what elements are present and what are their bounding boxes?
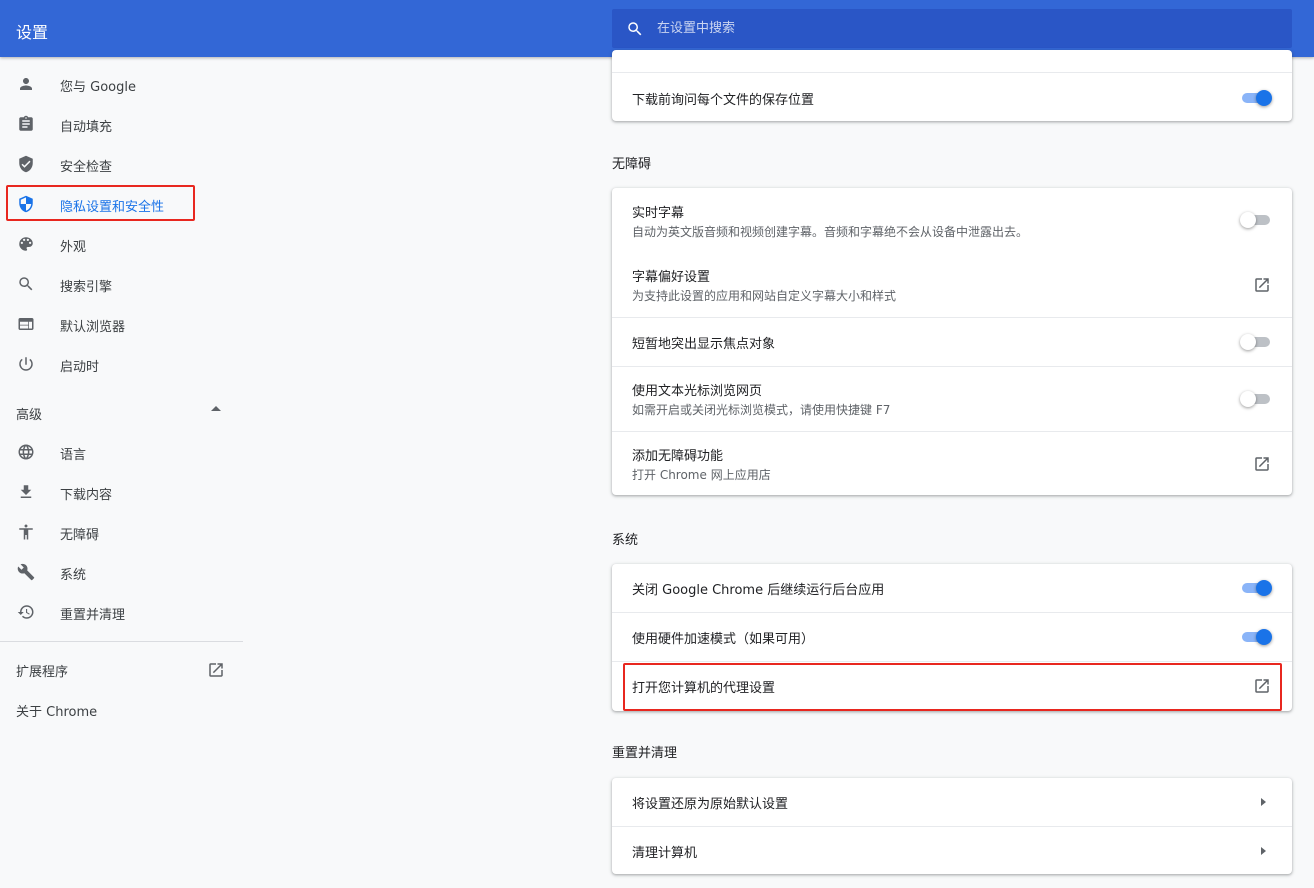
sidebar-item-label: 隐私设置和安全性 [60,200,165,215]
sidebar-item-label: 重置并清理 [60,608,126,623]
caption-preferences-row[interactable]: 字幕偏好设置 为支持此设置的应用和网站自定义字幕大小和样式 [612,253,1292,318]
focus-highlight-row[interactable]: 短暂地突出显示焦点对象 [612,317,1292,366]
sidebar-item-label: 语言 [60,448,87,463]
sidebar-item-downloads[interactable]: 下载内容 [0,472,243,512]
sidebar-item-system[interactable]: 系统 [0,552,243,592]
background-apps-title: 关闭 Google Chrome 后继续运行后台应用 [632,583,885,598]
hardware-acceleration-title: 使用硬件加速模式（如果可用） [632,632,815,647]
power-icon [19,357,33,371]
caret-browsing-row[interactable]: 使用文本光标浏览网页 如需开启或关闭光标浏览模式，请使用快捷键 F7 [612,366,1292,431]
background-apps-row[interactable]: 关闭 Google Chrome 后继续运行后台应用 [612,564,1292,612]
sidebar-divider [0,641,243,642]
accessibility-icon [19,524,33,540]
chevron-right-icon [1261,798,1266,806]
hardware-acceleration-row[interactable]: 使用硬件加速模式（如果可用） [612,612,1292,661]
add-accessibility-features-title: 添加无障碍功能 [632,449,724,464]
open-in-new-icon[interactable] [207,661,225,679]
sidebar-item-privacy-security[interactable]: 隐私设置和安全性 [0,184,243,224]
restore-icon [17,605,34,619]
sidebar-item-reset-cleanup[interactable]: 重置并清理 [0,592,243,632]
sidebar-item-label: 您与 Google [60,80,136,95]
live-caption-subtitle: 自动为英文版音频和视频创建字幕。音频和字幕绝不会从设备中泄露出去。 [632,225,1029,239]
background-apps-toggle[interactable] [1240,578,1272,598]
ask-download-location-title: 下载前询问每个文件的保存位置 [632,93,815,108]
proxy-settings-title: 打开您计算机的代理设置 [632,681,776,696]
system-card: 关闭 Google Chrome 后继续运行后台应用 使用硬件加速模式（如果可用… [612,564,1292,711]
ask-download-location-row[interactable]: 下载前询问每个文件的保存位置 [612,72,1292,121]
caret-browsing-toggle[interactable] [1240,389,1272,409]
sidebar-item-appearance[interactable]: 外观 [0,224,243,264]
caption-preferences-subtitle: 为支持此设置的应用和网站自定义字幕大小和样式 [632,289,897,303]
top-bar: 设置 [0,0,1314,57]
palette-icon [19,237,33,251]
globe-icon [18,444,34,460]
open-in-new-icon[interactable] [1253,455,1271,473]
sidebar-item-languages[interactable]: 语言 [0,432,243,472]
open-in-new-icon[interactable] [1253,677,1271,695]
sidebar-item-you-and-google[interactable]: 您与 Google [0,64,243,104]
advanced-toggle[interactable]: 高级 [0,392,243,432]
live-caption-row[interactable]: 实时字幕 自动为英文版音频和视频创建字幕。音频和字幕绝不会从设备中泄露出去。 [612,188,1292,253]
system-section-title: 系统 [612,533,639,548]
search-icon [19,277,33,291]
downloads-card: 下载前询问每个文件的保存位置 [612,50,1292,121]
accessibility-section-title: 无障碍 [612,157,652,172]
accessibility-card: 实时字幕 自动为英文版音频和视频创建字幕。音频和字幕绝不会从设备中泄露出去。 字… [612,188,1292,495]
sidebar-item-label: 外观 [60,240,87,255]
restore-defaults-row[interactable]: 将设置还原为原始默认设置 [612,778,1292,826]
clipboard-icon [19,115,33,131]
add-accessibility-features-subtitle: 打开 Chrome 网上应用店 [632,468,771,482]
shield-check-icon [19,155,33,173]
sidebar-item-safety-check[interactable]: 安全检查 [0,144,243,184]
privacy-shield-icon [19,195,33,213]
live-caption-toggle[interactable] [1240,210,1272,230]
page-title: 设置 [16,23,49,42]
caption-preferences-title: 字幕偏好设置 [632,270,711,285]
restore-defaults-title: 将设置还原为原始默认设置 [632,797,789,812]
hardware-acceleration-toggle[interactable] [1240,627,1272,647]
chevron-up-icon [211,406,221,411]
live-caption-title: 实时字幕 [632,206,685,221]
cleanup-computer-title: 清理计算机 [632,846,698,861]
sidebar-item-label: 启动时 [60,360,100,375]
sidebar-item-label: 无障碍 [60,528,100,543]
extensions-link[interactable]: 扩展程序 [16,661,68,680]
chevron-right-icon [1261,847,1266,855]
sidebar-item-label: 默认浏览器 [60,320,126,335]
sidebar-item-label: 安全检查 [60,160,113,175]
sidebar-item-label: 搜索引擎 [60,280,113,295]
sidebar: 您与 Google 自动填充 安全检查 隐私设置和安全性 外观 搜索引擎 默认浏… [0,57,243,888]
sidebar-item-accessibility[interactable]: 无障碍 [0,512,243,552]
caret-browsing-title: 使用文本光标浏览网页 [632,384,763,399]
search-input[interactable] [657,9,1277,48]
sidebar-item-default-browser[interactable]: 默认浏览器 [0,304,243,344]
reset-section-title: 重置并清理 [612,746,678,761]
sidebar-item-search-engine[interactable]: 搜索引擎 [0,264,243,304]
sidebar-item-label: 系统 [60,568,87,583]
proxy-settings-row[interactable]: 打开您计算机的代理设置 [612,661,1292,711]
download-icon [20,485,32,498]
about-chrome-link[interactable]: 关于 Chrome [16,701,97,720]
reset-card: 将设置还原为原始默认设置 清理计算机 [612,778,1292,874]
search-icon [628,22,642,36]
add-accessibility-features-row[interactable]: 添加无障碍功能 打开 Chrome 网上应用店 [612,431,1292,495]
ask-download-location-toggle[interactable] [1240,88,1272,108]
sidebar-item-autofill[interactable]: 自动填充 [0,104,243,144]
sidebar-item-label: 自动填充 [60,120,113,135]
cleanup-computer-row[interactable]: 清理计算机 [612,826,1292,874]
search-box[interactable] [612,9,1292,48]
advanced-label: 高级 [16,408,43,423]
sidebar-item-on-startup[interactable]: 启动时 [0,344,243,384]
focus-highlight-toggle[interactable] [1240,332,1272,352]
open-in-new-icon[interactable] [1253,276,1271,294]
sidebar-item-label: 下载内容 [60,488,113,503]
person-icon [20,78,32,90]
browser-icon [18,318,34,330]
wrench-icon [17,563,35,581]
focus-highlight-title: 短暂地突出显示焦点对象 [632,337,776,352]
caret-browsing-subtitle: 如需开启或关闭光标浏览模式，请使用快捷键 F7 [632,403,891,417]
